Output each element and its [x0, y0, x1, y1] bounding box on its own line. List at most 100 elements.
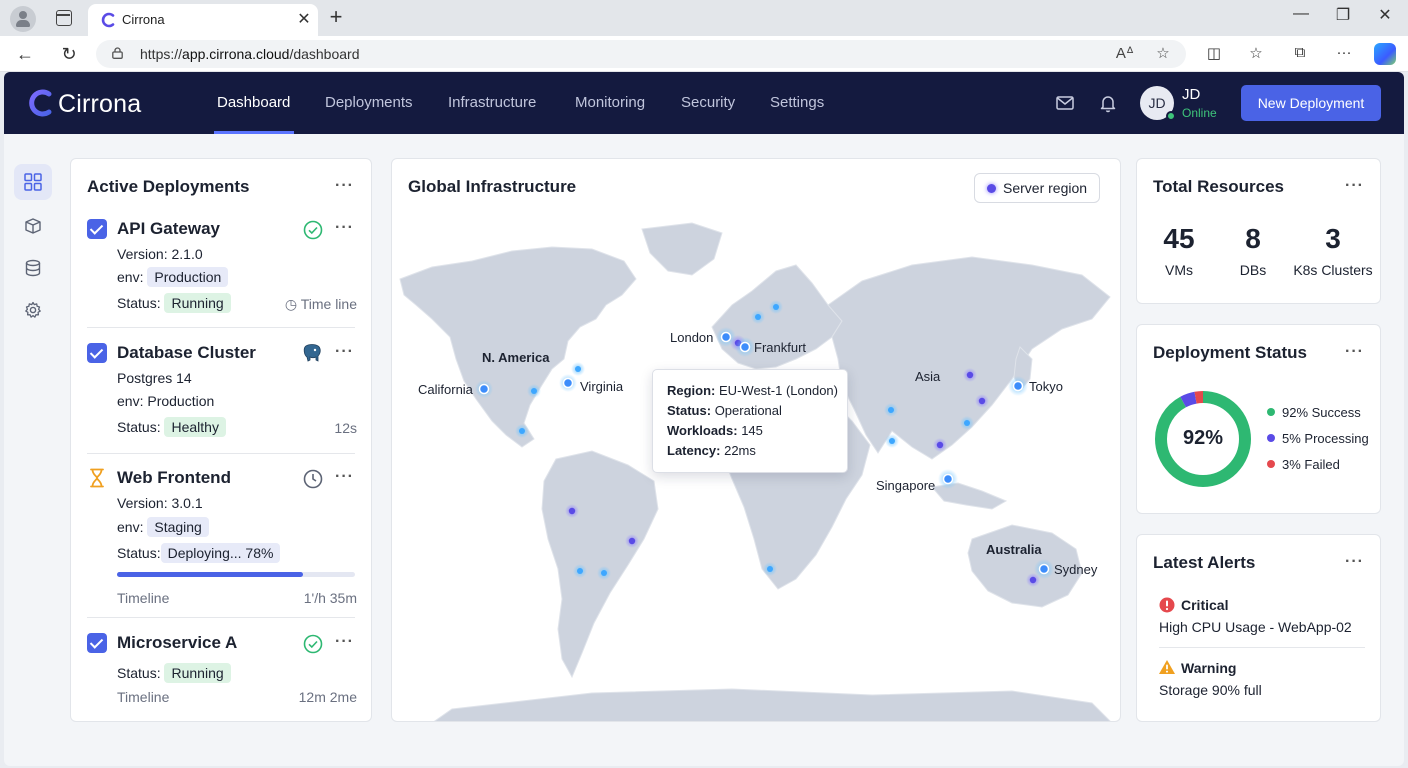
card-title: Active Deployments — [87, 177, 250, 196]
check-circle-icon — [303, 220, 323, 240]
marker[interactable] — [936, 441, 944, 449]
url-text[interactable]: https://app.cirrona.cloud/dashboard — [140, 46, 360, 62]
nav-security[interactable]: Security — [681, 94, 735, 111]
marker[interactable] — [531, 388, 537, 394]
marker[interactable] — [767, 566, 773, 572]
database-icon — [25, 259, 41, 277]
more-menu-icon[interactable]: ··· — [335, 633, 354, 651]
deployment-env: env: Production — [117, 393, 215, 409]
marker[interactable] — [978, 397, 986, 405]
sidebar-item-settings[interactable] — [14, 292, 52, 328]
browser-tab[interactable]: Cirrona ✕ — [88, 4, 318, 36]
checkbox[interactable] — [87, 343, 107, 363]
more-menu-icon[interactable]: ··· — [335, 177, 354, 195]
bell-icon[interactable] — [1097, 92, 1119, 114]
region-label-frankfurt: Frankfurt — [754, 340, 807, 355]
user-name[interactable]: JD — [1182, 86, 1200, 103]
more-menu-icon[interactable]: ··· — [335, 343, 354, 361]
more-menu-icon[interactable]: ··· — [335, 468, 354, 486]
server-region-legend[interactable]: Server region — [974, 173, 1100, 203]
deployment-item-microservice-a[interactable]: Microservice A ··· Status: Running Timel… — [71, 629, 371, 714]
more-menu-icon[interactable]: ··· — [1345, 553, 1364, 571]
marker[interactable] — [568, 507, 576, 515]
profile-icon[interactable] — [10, 6, 36, 32]
legend-label: Server region — [1003, 180, 1088, 196]
marker-frankfurt[interactable] — [739, 341, 751, 353]
window-close-icon[interactable]: ✕ — [1370, 5, 1400, 25]
checkbox[interactable] — [87, 633, 107, 653]
nav-settings[interactable]: Settings — [770, 94, 824, 111]
close-tab-icon[interactable]: ✕ — [294, 9, 314, 29]
copilot-icon[interactable] — [1374, 43, 1396, 65]
marker-sydney[interactable] — [1038, 563, 1050, 575]
success-dot — [1267, 408, 1275, 416]
nav-deployments[interactable]: Deployments — [325, 94, 413, 111]
region-label-tokyo: Tokyo — [1029, 379, 1063, 394]
marker[interactable] — [601, 570, 607, 576]
divider — [1159, 647, 1365, 648]
marker[interactable] — [628, 537, 636, 545]
card-title: Global Infrastructure — [408, 177, 577, 196]
marker[interactable] — [888, 407, 894, 413]
more-menu-icon[interactable]: ··· — [335, 219, 354, 237]
marker-california[interactable] — [478, 383, 490, 395]
sidebar-item-databases[interactable] — [14, 250, 52, 286]
marker[interactable] — [964, 420, 970, 426]
status-badge: Running — [164, 663, 231, 683]
read-aloud-icon[interactable]: Aᐞ — [1114, 44, 1136, 62]
legend-processing: 5% Processing — [1267, 431, 1369, 446]
tab-actions-icon[interactable] — [56, 10, 72, 26]
more-menu-icon[interactable]: ··· — [1345, 177, 1364, 195]
back-icon[interactable]: ← — [12, 42, 38, 66]
sidebar-item-dashboard[interactable] — [14, 164, 52, 200]
split-screen-icon[interactable]: ◫ — [1202, 44, 1226, 62]
favorites-icon[interactable]: ☆ — [1244, 44, 1268, 62]
deployment-item-database-cluster[interactable]: Database Cluster ··· Postgres 14 env: Pr… — [71, 339, 371, 449]
deployment-item-web-frontend[interactable]: Web Frontend ··· Version: 3.0.1 env: Sta… — [71, 464, 371, 614]
marker[interactable] — [755, 314, 761, 320]
reload-icon[interactable]: ↻ — [56, 42, 82, 66]
marker[interactable] — [575, 366, 581, 372]
online-status-dot — [1166, 111, 1176, 121]
tooltip-workloads: Workloads: 145 — [667, 423, 763, 438]
new-tab-icon[interactable]: + — [326, 5, 346, 29]
status-badge: Healthy — [164, 417, 226, 437]
mail-icon[interactable] — [1054, 92, 1076, 114]
maximize-icon[interactable]: ❐ — [1328, 5, 1358, 25]
clock-icon — [303, 469, 323, 489]
more-menu-icon[interactable]: ··· — [1345, 343, 1364, 361]
db-label: DBs — [1239, 262, 1267, 278]
marker-singapore[interactable] — [942, 473, 954, 485]
nav-dashboard[interactable]: Dashboard — [217, 94, 290, 111]
sidebar-item-packages[interactable] — [14, 208, 52, 244]
region-label-north-america: N. America — [482, 350, 550, 365]
nav-monitoring[interactable]: Monitoring — [575, 94, 645, 111]
marker[interactable] — [889, 438, 895, 444]
minimize-icon[interactable]: — — [1286, 5, 1316, 23]
timeline-link[interactable]: ◷ Time line — [267, 296, 357, 313]
deployment-item-api-gateway[interactable]: API Gateway ··· Version: 2.1.0 env: Prod… — [71, 215, 371, 325]
browser-toolbar: ← ↻ https://app.cirrona.cloud/dashboard … — [0, 36, 1408, 72]
marker-virginia[interactable] — [562, 377, 574, 389]
marker[interactable] — [966, 371, 974, 379]
deployment-progress-bar — [117, 572, 355, 577]
favorite-star-icon[interactable]: ☆ — [1152, 44, 1174, 62]
new-deployment-button[interactable]: New Deployment — [1241, 85, 1381, 121]
user-status: Online — [1182, 106, 1217, 120]
marker[interactable] — [519, 428, 525, 434]
address-bar[interactable]: https://app.cirrona.cloud/dashboard Aᐞ ☆ — [96, 40, 1186, 68]
checkbox[interactable] — [87, 219, 107, 239]
deployment-status: Status: Running — [117, 663, 231, 683]
marker[interactable] — [1029, 576, 1037, 584]
collections-icon[interactable]: ⧉ — [1288, 44, 1312, 61]
deployment-name: API Gateway — [117, 219, 220, 238]
legend-failed: 3% Failed — [1267, 457, 1340, 472]
marker[interactable] — [773, 304, 779, 310]
gear-icon — [25, 301, 41, 318]
marker[interactable] — [577, 568, 583, 574]
nav-infrastructure[interactable]: Infrastructure — [448, 94, 536, 111]
more-options-icon[interactable]: ··· — [1332, 44, 1356, 61]
marker-london[interactable] — [720, 331, 732, 343]
card-title: Total Resources — [1153, 177, 1285, 196]
marker-tokyo[interactable] — [1012, 380, 1024, 392]
